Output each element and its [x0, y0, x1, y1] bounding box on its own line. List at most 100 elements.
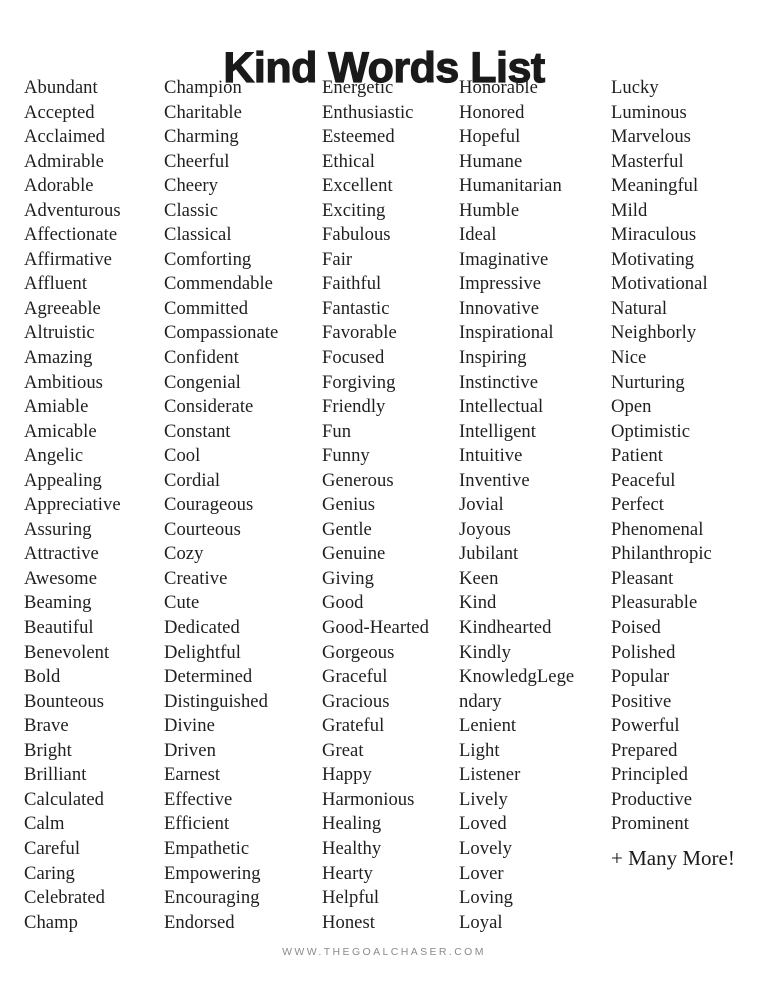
- word-item: Listener: [459, 764, 521, 786]
- word-item: Genuine: [322, 543, 386, 565]
- word-item: Committed: [164, 297, 249, 319]
- word-item: Cute: [164, 592, 200, 614]
- word-item: Lover: [459, 862, 504, 884]
- word-item: Patient: [611, 445, 663, 467]
- word-item: Pleasurable: [611, 592, 698, 614]
- word-item: Good-Hearted: [322, 617, 429, 639]
- word-item: Creative: [164, 567, 228, 589]
- word-item: Lively: [459, 788, 508, 810]
- word-item: Compassionate: [164, 322, 279, 344]
- word-item: Poised: [611, 617, 661, 639]
- word-column-3: Energetic Enthusiastic Esteemed Ethical Exce…: [322, 76, 459, 935]
- word-item: Admirable: [24, 150, 104, 172]
- word-item: Kindly: [459, 641, 511, 663]
- word-item: Cozy: [164, 543, 204, 565]
- word-item: Ambitious: [24, 371, 103, 393]
- word-item: Cordial: [164, 469, 221, 491]
- word-item: Angelic: [24, 445, 84, 467]
- word-item: Humane: [459, 150, 523, 172]
- word-item: Honest: [322, 911, 375, 933]
- word-item: Faithful: [322, 273, 382, 295]
- word-item: Ethical: [322, 150, 376, 172]
- word-item: Beaming: [24, 592, 92, 614]
- word-item: Amiable: [24, 396, 89, 418]
- word-item: Gentle: [322, 518, 372, 540]
- word-item: Congenial: [164, 371, 241, 393]
- word-item: Hopeful: [459, 126, 521, 148]
- word-item: Impressive: [459, 273, 542, 295]
- word-item: Humanitarian: [459, 175, 562, 197]
- word-item: Intelligent: [459, 420, 536, 442]
- word-item: Funny: [322, 445, 370, 467]
- word-column-4: Honorable Honored Hopeful Humane Humanitaria…: [459, 76, 611, 935]
- word-item: Excellent: [322, 175, 393, 197]
- word-item: Fabulous: [322, 224, 391, 246]
- word-item: Keen: [459, 567, 499, 589]
- word-item: Fantastic: [322, 297, 390, 319]
- word-item: Bold: [24, 666, 61, 688]
- word-item: Encouraging: [164, 887, 260, 909]
- word-item: Appealing: [24, 469, 102, 491]
- word-item: Nice: [611, 347, 647, 369]
- word-item: Considerate: [164, 396, 254, 418]
- word-item: Endorsed: [164, 911, 235, 933]
- word-item: Brave: [24, 715, 69, 737]
- word-item: Polished: [611, 641, 676, 663]
- word-item: Perfect: [611, 494, 664, 516]
- word-item: Marvelous: [611, 126, 691, 148]
- word-item: Popular: [611, 666, 670, 688]
- word-item: Instinctive: [459, 371, 539, 393]
- word-item: Inventive: [459, 469, 530, 491]
- word-item: Altruistic: [24, 322, 95, 344]
- word-item: Distinguished: [164, 690, 268, 712]
- word-item: Confident: [164, 347, 239, 369]
- word-item: Harmonious: [322, 788, 415, 810]
- word-item: Caring: [24, 862, 75, 884]
- word-item: Courteous: [164, 518, 241, 540]
- word-item: Constant: [164, 420, 231, 442]
- word-item: Loyal: [459, 911, 503, 933]
- word-item: Meaningful: [611, 175, 699, 197]
- word-item: Delightful: [164, 641, 241, 663]
- word-item: Nurturing: [611, 371, 685, 393]
- word-item: Calculated: [24, 788, 105, 810]
- word-item: Empathetic: [164, 837, 250, 859]
- word-item: Effective: [164, 788, 233, 810]
- word-item: Philanthropic: [611, 543, 712, 565]
- word-item: Happy: [322, 764, 372, 786]
- word-item: Driven: [164, 739, 216, 761]
- word-item: Intuitive: [459, 445, 523, 467]
- word-item: Careful: [24, 837, 81, 859]
- word-item: Prominent: [611, 813, 689, 835]
- word-item: Motivational: [611, 273, 708, 295]
- word-columns-container: Abundant Accepted Acclaimed Admirable Adorab…: [0, 76, 768, 935]
- word-item: Agreeable: [24, 297, 101, 319]
- word-item: Bright: [24, 739, 72, 761]
- word-item: Grateful: [322, 715, 385, 737]
- word-item: Divine: [164, 715, 215, 737]
- word-item: Empowering: [164, 862, 261, 884]
- word-item: Healthy: [322, 837, 382, 859]
- word-item: Charming: [164, 126, 239, 148]
- word-item: Enthusiastic: [322, 101, 414, 123]
- word-item: Joyous: [459, 518, 511, 540]
- word-item: Jovial: [459, 494, 504, 516]
- word-item: Favorable: [322, 322, 397, 344]
- word-column-5: Lucky Luminous Marvelous Masterful Meaningfu…: [611, 76, 768, 871]
- word-item: Charitable: [164, 101, 242, 123]
- word-item: Celebrated: [24, 887, 106, 909]
- word-item: Benevolent: [24, 641, 110, 663]
- word-item: Open: [611, 396, 652, 418]
- word-item: Classical: [164, 224, 232, 246]
- word-item: Loving: [459, 887, 514, 909]
- word-item: Lucky: [611, 77, 659, 98]
- word-item: Honorable: [459, 77, 538, 98]
- word-item: Inspirational: [459, 322, 554, 344]
- word-item: Kind: [459, 592, 497, 614]
- word-item: Powerful: [611, 715, 680, 737]
- word-item: Imaginative: [459, 248, 549, 270]
- word-item: Affectionate: [24, 224, 118, 246]
- word-item: Inspiring: [459, 347, 527, 369]
- word-item: Amicable: [24, 420, 97, 442]
- word-item: Kindhearted: [459, 617, 552, 639]
